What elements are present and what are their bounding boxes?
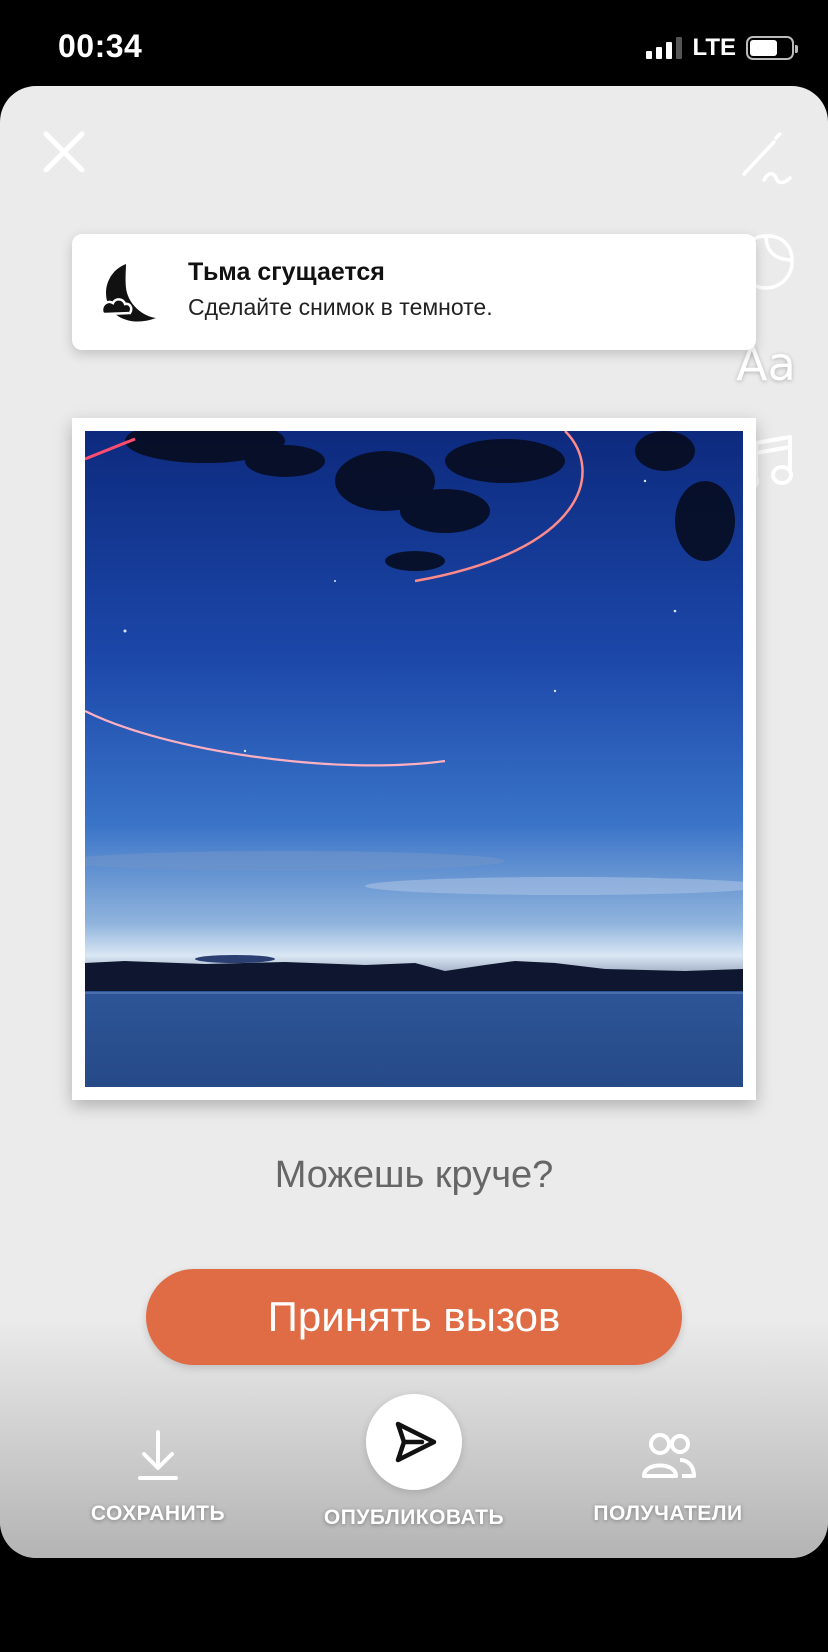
banner-subtitle: Сделайте снимок в темноте.	[188, 294, 493, 320]
save-button[interactable]: СОХРАНИТЬ	[58, 1426, 258, 1526]
send-icon	[395, 1421, 437, 1463]
challenge-banner[interactable]: Тьма сгущается Сделайте снимок в темноте…	[72, 234, 756, 350]
publish-button[interactable]	[366, 1394, 462, 1490]
photo-frame	[72, 418, 756, 1100]
accept-challenge-button[interactable]: Принять вызов	[146, 1269, 682, 1365]
recipients-label: ПОЛУЧАТЕЛИ	[593, 1502, 743, 1525]
network-type: LTE	[692, 34, 736, 61]
story-editor-card: Aa Тьма сгущается Сделайте снимок в темн…	[0, 86, 828, 1558]
draw-tool-button[interactable]	[734, 128, 798, 192]
save-label: СОХРАНИТЬ	[90, 1502, 226, 1525]
close-button[interactable]	[38, 126, 90, 178]
status-indicators: LTE	[646, 34, 798, 62]
people-icon	[642, 1433, 696, 1478]
close-icon	[43, 131, 85, 173]
banner-title: Тьма сгущается	[188, 258, 385, 286]
battery-icon	[746, 36, 798, 60]
status-bar: 00:34 LTE	[0, 0, 828, 86]
publish-label[interactable]: ОПУБЛИКОВАТЬ	[300, 1506, 528, 1530]
night-sky-photo	[85, 431, 743, 1087]
pen-draw-icon	[742, 132, 792, 185]
signal-icon	[646, 37, 683, 59]
status-time: 00:34	[58, 28, 143, 64]
moon-cloud-icon	[100, 264, 156, 322]
download-icon	[138, 1430, 178, 1480]
recipients-button[interactable]: ПОЛУЧАТЕЛИ	[568, 1426, 768, 1526]
challenge-question: Можешь круче?	[274, 1154, 554, 1196]
